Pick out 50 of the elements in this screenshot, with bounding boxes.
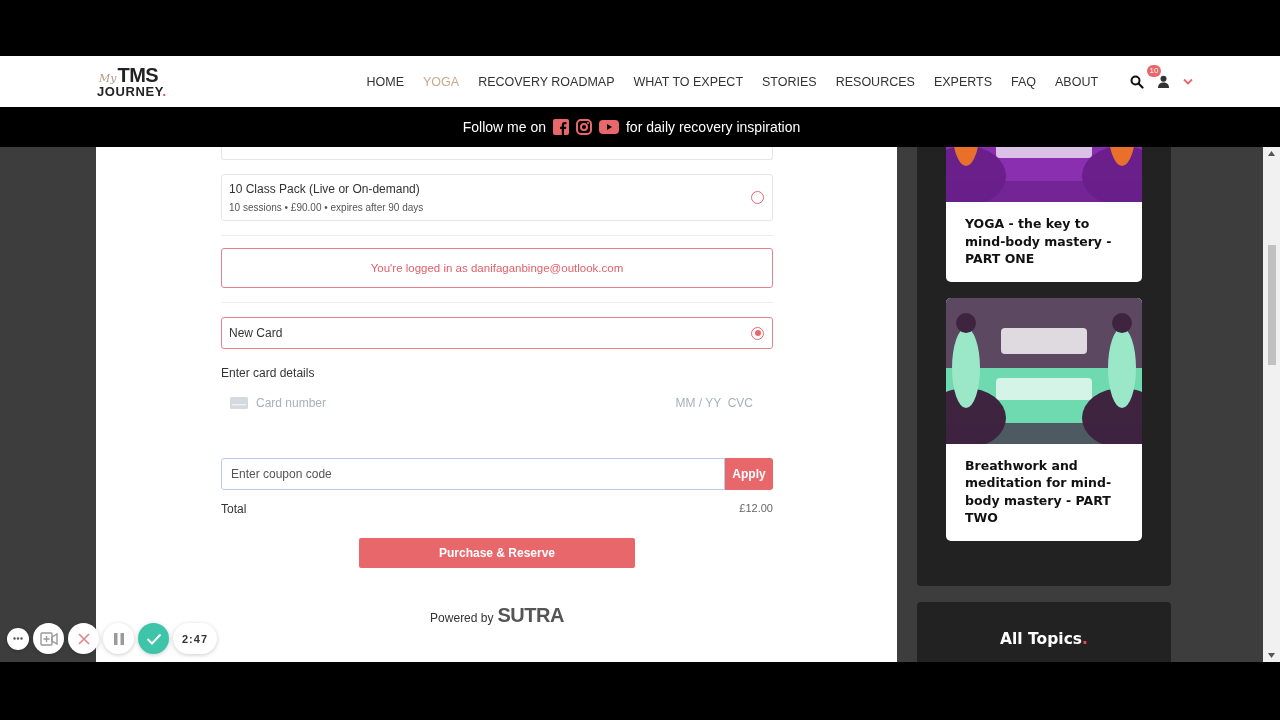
- powered-by-text: Powered by: [430, 611, 494, 625]
- instagram-icon[interactable]: [576, 119, 592, 135]
- cancel-button[interactable]: [68, 623, 99, 654]
- scrollbar-thumb[interactable]: [1267, 244, 1276, 365]
- expiry-cvc-field[interactable]: MM / YY CVC: [653, 396, 753, 410]
- close-icon: [77, 632, 90, 645]
- more-icon: [13, 637, 23, 640]
- payment-option[interactable]: New Card: [221, 317, 773, 349]
- facebook-icon[interactable]: [553, 119, 569, 135]
- post-title[interactable]: YOGA - the key to mind-body mastery - PART ONE: [946, 202, 1142, 282]
- nav-link[interactable]: ABOUT: [1045, 74, 1108, 89]
- banner-text: Follow me on: [462, 119, 546, 135]
- pack-option[interactable]: 10 Class Pack (Live or On-demand) 10 sessions • £90.00 • expires after 90 days: [221, 174, 773, 221]
- site-logo[interactable]: MyTMS JOURNEY.: [97, 65, 177, 98]
- topics-heading: All Topics.: [1000, 629, 1088, 648]
- post-card[interactable]: Breathwork and meditation for mind-body mastery - PART TWO: [946, 297, 1142, 541]
- coupon-field[interactable]: Enter coupon code: [221, 458, 725, 490]
- post-card[interactable]: YOGA - the key to mind-body mastery - PART ONE: [946, 147, 1142, 282]
- nav-link[interactable]: EXPERTS: [924, 74, 1002, 89]
- brand-logo[interactable]: SUTRA: [497, 604, 564, 627]
- scroll-down-icon[interactable]: [1268, 653, 1275, 658]
- pack-title: 10 Class Pack (Live or On-demand): [229, 182, 421, 196]
- search-icon[interactable]: [1129, 74, 1144, 89]
- card-details-label: Enter card details: [221, 366, 316, 380]
- nav-link[interactable]: RECOVERY ROADMAP: [468, 74, 624, 89]
- scroll-up-icon[interactable]: [1268, 151, 1275, 156]
- nav-link[interactable]: STORIES: [752, 74, 827, 89]
- caret-icon[interactable]: [1182, 78, 1193, 85]
- nav-link[interactable]: HOME: [357, 74, 414, 89]
- nav-link[interactable]: FAQ: [1001, 74, 1046, 89]
- nav-link[interactable]: WHAT TO EXPECT: [624, 74, 753, 89]
- post-title[interactable]: Breathwork and meditation for mind-body mastery - PART TWO: [946, 443, 1142, 541]
- payment-label: New Card: [229, 326, 283, 340]
- user-icon[interactable]: [1156, 75, 1170, 88]
- total-value: £12.00: [739, 502, 773, 516]
- credit-card-icon: [230, 397, 248, 409]
- total-label: Total: [221, 502, 247, 516]
- banner-text: for daily recovery inspiration: [626, 119, 801, 135]
- check-icon: [145, 632, 162, 645]
- pause-icon: [113, 632, 124, 645]
- pack-details: 10 sessions • £90.00 • expires after 90 days: [229, 202, 424, 213]
- camera-button[interactable]: [33, 623, 64, 654]
- nav-link[interactable]: RESOURCES: [826, 74, 925, 89]
- scrollbar[interactable]: [1263, 147, 1280, 662]
- card-number-field[interactable]: Card number: [256, 396, 645, 410]
- youtube-icon[interactable]: [599, 120, 619, 134]
- login-notice: You're logged in as danifaganbinge@outlook.com: [221, 248, 773, 288]
- video-camera-icon: [39, 631, 58, 646]
- notification-badge: 10: [1146, 65, 1162, 77]
- more-button[interactable]: [7, 627, 29, 650]
